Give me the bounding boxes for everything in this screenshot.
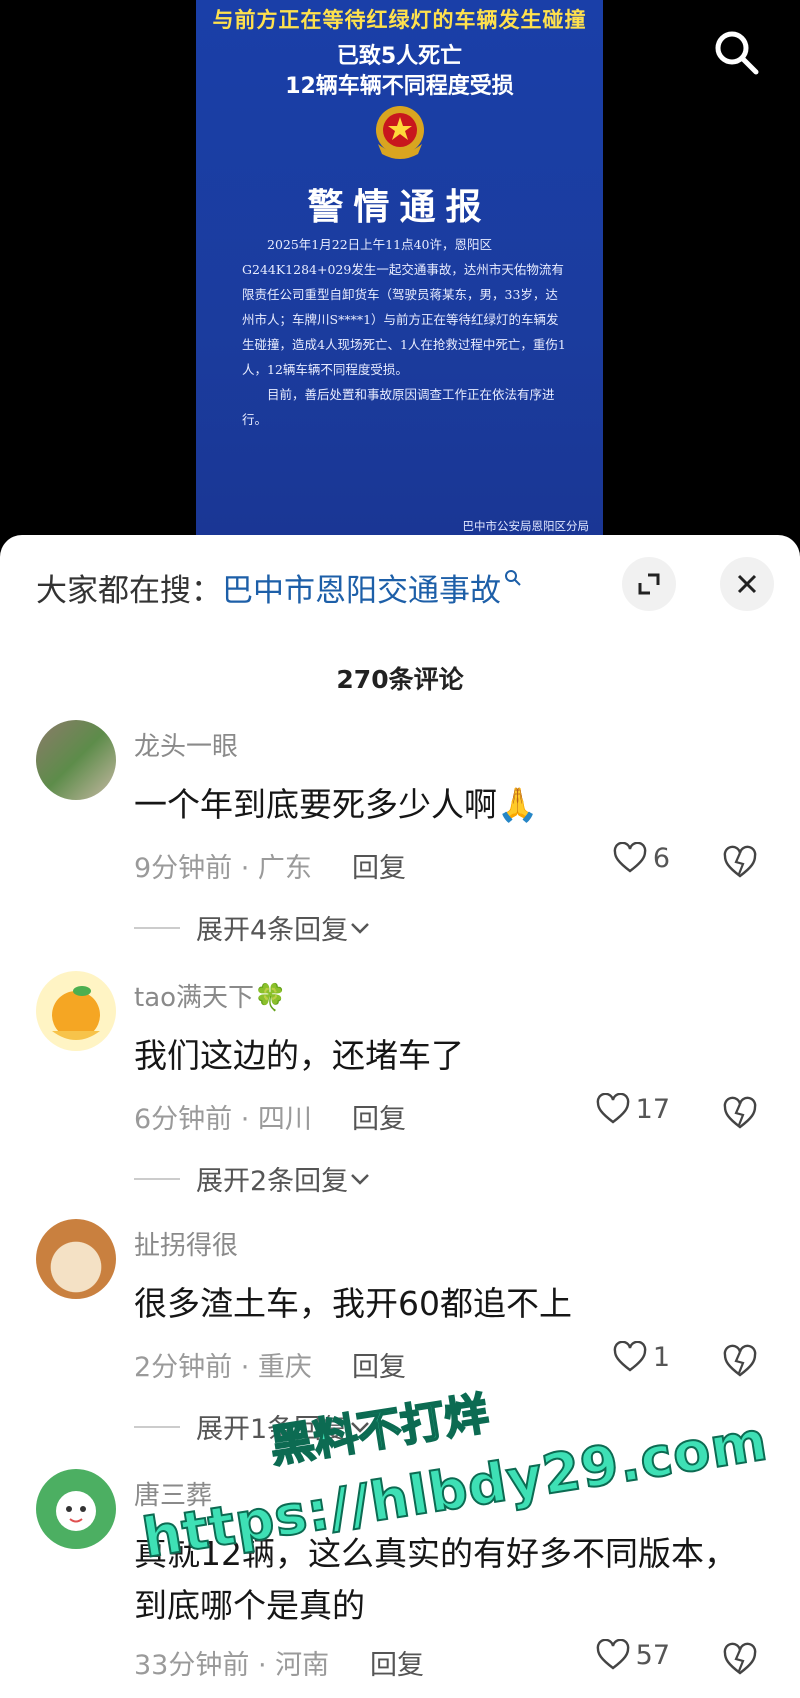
like-count: 6 [652, 842, 670, 874]
notice-signature: 巴中市公安局恩阳区分局 [462, 519, 590, 533]
close-icon [737, 574, 757, 594]
comment-time-location: 9分钟前 · 广东 [134, 853, 312, 884]
police-emblem-icon [376, 106, 424, 159]
heart-icon [613, 842, 647, 873]
comment-time-location: 2分钟前 · 重庆 [134, 1352, 312, 1383]
close-button[interactable] [720, 557, 774, 611]
heart-icon [596, 1093, 629, 1124]
avatar[interactable] [36, 720, 116, 800]
expand-replies-label: 展开2条回复 [196, 1166, 349, 1197]
chevron-down-icon [351, 1173, 370, 1185]
avatar[interactable] [36, 1219, 116, 1299]
search-icon[interactable] [712, 28, 760, 76]
divider [134, 1425, 180, 1428]
orange-avatar-icon [52, 986, 100, 1040]
comment-username[interactable]: 龙头一眼 [134, 726, 238, 763]
comment-time-location: 6分钟前 · 四川 [134, 1104, 312, 1135]
comment-username[interactable]: 扯拐得很 [134, 1225, 238, 1262]
heart-icon [596, 1639, 629, 1670]
headline-line3: 12辆车辆不同程度受损 [285, 74, 514, 99]
notice-paragraph: 2025年1月22日上午11点40许，恩阳区G244K1284+029发生一起交… [242, 237, 566, 377]
like-count: 57 [635, 1639, 670, 1671]
like-button[interactable]: 17 [596, 1093, 670, 1125]
comment-text: 很多渣土车，我开60都追不上 [134, 1284, 572, 1323]
video-player[interactable]: 与前方正在等待红绿灯的车辆发生碰撞 已致5人死亡 12辆车辆不同程度受损 警情通… [0, 0, 800, 560]
comment-text: 一个年到底要死多少人啊🙏 [134, 785, 539, 824]
dislike-icon[interactable] [722, 844, 758, 880]
trending-search[interactable]: 大家都在搜： 巴中市恩阳交通事故 [36, 565, 522, 609]
heart-icon [613, 1341, 647, 1372]
dislike-icon[interactable] [722, 1641, 758, 1677]
avatar[interactable] [36, 1469, 116, 1549]
comment-count: 270条评论 [336, 665, 464, 694]
like-button[interactable]: 57 [596, 1639, 670, 1671]
like-count: 17 [635, 1093, 670, 1125]
expand-button[interactable] [622, 557, 676, 611]
expand-replies-label: 展开4条回复 [196, 915, 349, 946]
trending-search-label: 大家都在搜： [36, 572, 222, 609]
reply-button[interactable]: 回复 [352, 846, 406, 885]
divider [134, 926, 180, 929]
expand-replies[interactable]: 展开4条回复 [134, 908, 372, 947]
police-notice-poster: 与前方正在等待红绿灯的车辆发生碰撞 已致5人死亡 12辆车辆不同程度受损 警情通… [196, 0, 603, 545]
notice-paragraph: 目前，善后处置和事故原因调查工作正在依法有序进行。 [242, 387, 555, 427]
chevron-down-icon [351, 922, 370, 934]
headline-line2: 已致5人死亡 [336, 44, 463, 69]
expand-icon [638, 573, 660, 595]
notice-body: 2025年1月22日上午11点40许，恩阳区G244K1284+029发生一起交… [242, 232, 567, 432]
avatar[interactable] [36, 971, 116, 1051]
divider [134, 1177, 180, 1180]
expand-replies[interactable]: 展开2条回复 [134, 1159, 372, 1198]
comment-text: 我们这边的，还堵车了 [134, 1036, 464, 1075]
reply-button[interactable]: 回复 [370, 1643, 424, 1682]
headline-line1: 与前方正在等待红绿灯的车辆发生碰撞 [212, 8, 587, 32]
reply-button[interactable]: 回复 [352, 1097, 406, 1136]
cartoon-avatar-icon [56, 1491, 96, 1531]
dislike-icon[interactable] [722, 1095, 758, 1131]
like-button[interactable]: 6 [613, 842, 670, 874]
comment-username[interactable]: tao满天下🍀 [134, 977, 286, 1014]
trending-search-query[interactable]: 巴中市恩阳交通事故 [222, 565, 501, 610]
reply-button[interactable]: 回复 [352, 1345, 406, 1384]
search-icon [505, 570, 521, 586]
comment-time-location: 33分钟前 · 河南 [134, 1650, 330, 1681]
notice-title: 警情通报 [307, 186, 492, 228]
